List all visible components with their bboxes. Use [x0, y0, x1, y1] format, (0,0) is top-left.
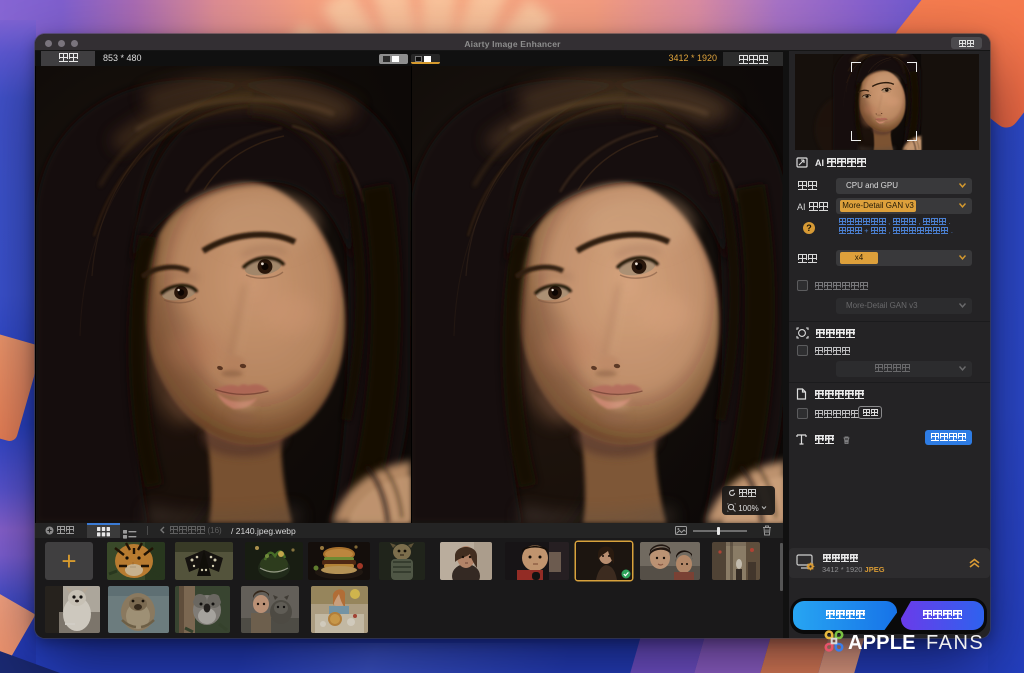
svg-text:FANS: FANS	[926, 632, 984, 654]
svg-text:APPLE: APPLE	[848, 632, 916, 654]
